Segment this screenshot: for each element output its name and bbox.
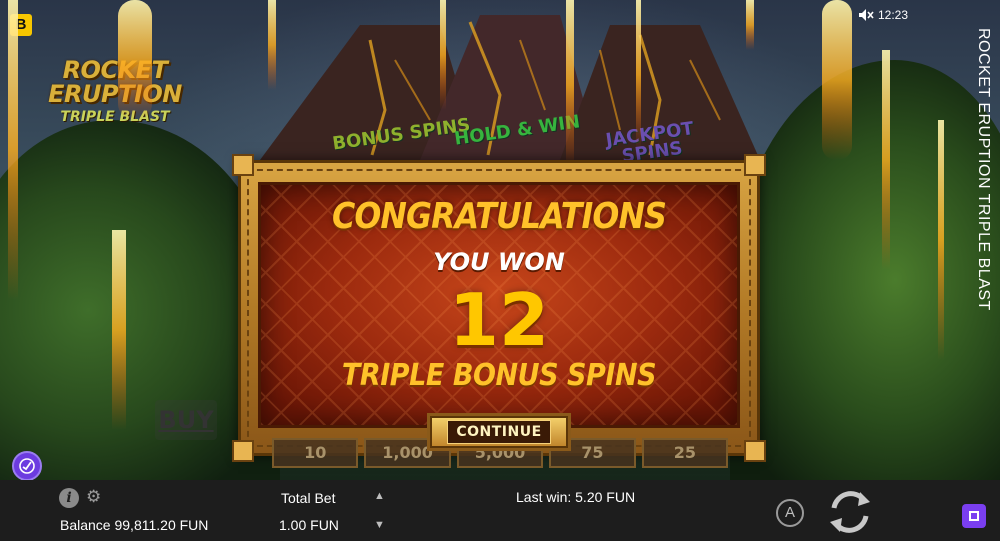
balance: Balance 99,811.20 FUN bbox=[60, 517, 209, 533]
provider-badge: B bbox=[10, 14, 32, 36]
game-scene[interactable]: B ROCKET ERUPTION TRIPLE BLAST BONUS SPI… bbox=[0, 0, 1000, 480]
last-win: Last win: 5.20 FUN bbox=[516, 489, 636, 505]
prize-value: 10 bbox=[272, 438, 359, 468]
bet-increase-icon[interactable]: ▲ bbox=[374, 490, 385, 502]
frame-corner bbox=[744, 154, 766, 176]
frame-corner bbox=[232, 154, 254, 176]
gear-icon[interactable]: ⚙ bbox=[86, 488, 104, 506]
info-icon[interactable]: i bbox=[59, 488, 79, 508]
total-bet-label: Total Bet bbox=[281, 490, 336, 506]
fullscreen-icon bbox=[969, 511, 979, 521]
won-count: 12 bbox=[448, 278, 550, 362]
spin-icon[interactable] bbox=[824, 486, 876, 538]
game-title-vertical: ROCKET ERUPTION TRIPLE BLAST bbox=[975, 28, 992, 311]
logo-line-3: TRIPLE BLAST bbox=[60, 109, 170, 125]
frame-corner bbox=[744, 440, 766, 462]
logo-line-2: ERUPTION bbox=[48, 80, 182, 108]
side-title: ROCKET ERUPTION TRIPLE BLAST bbox=[974, 28, 994, 328]
continue-label: CONTINUE bbox=[447, 420, 551, 444]
status-area: 12:23 bbox=[858, 8, 908, 22]
turbo-button[interactable] bbox=[12, 451, 42, 480]
prize-value: 25 bbox=[641, 438, 729, 468]
fullscreen-button[interactable] bbox=[962, 504, 986, 528]
bottom-bar: i ⚙ Balance 99,811.20 FUN Total Bet 1.00… bbox=[0, 480, 1000, 541]
dialog-heading: CONGRATULATIONS bbox=[331, 196, 667, 237]
buy-feature-button[interactable]: BUY bbox=[155, 400, 217, 440]
game-logo: ROCKET ERUPTION TRIPLE BLAST bbox=[40, 58, 190, 124]
total-bet-value: 1.00 FUN bbox=[279, 517, 339, 533]
speaker-muted-icon[interactable] bbox=[858, 8, 874, 22]
logo-line-1: ROCKET bbox=[62, 56, 168, 84]
continue-button[interactable]: CONTINUE bbox=[430, 416, 568, 448]
bet-decrease-icon[interactable]: ▼ bbox=[374, 519, 385, 531]
speed-gauge-icon bbox=[19, 458, 35, 474]
clock: 12:23 bbox=[877, 8, 908, 22]
dialog-subheading: YOU WON bbox=[433, 248, 565, 276]
prize-name: TRIPLE BONUS SPINS bbox=[341, 358, 657, 393]
frame-corner bbox=[232, 440, 254, 462]
win-dialog: CONGRATULATIONS YOU WON 12 TRIPLE BONUS … bbox=[232, 154, 766, 462]
autoplay-button[interactable]: A bbox=[776, 499, 804, 527]
